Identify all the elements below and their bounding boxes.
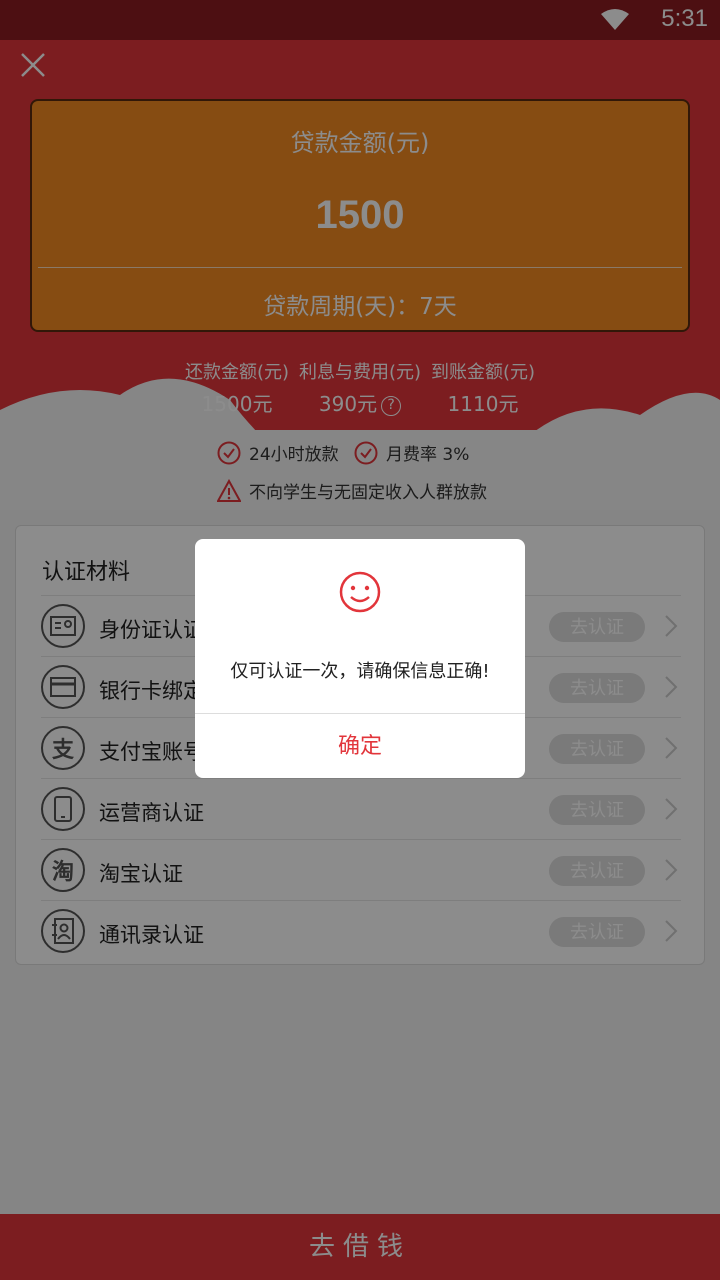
confirm-button[interactable]: 确定 <box>195 714 525 778</box>
dialog-message: 仅可认证一次，请确保信息正确! <box>230 661 490 682</box>
smile-icon <box>339 571 381 613</box>
confirm-dialog: 仅可认证一次，请确保信息正确! 确定 <box>195 539 525 778</box>
